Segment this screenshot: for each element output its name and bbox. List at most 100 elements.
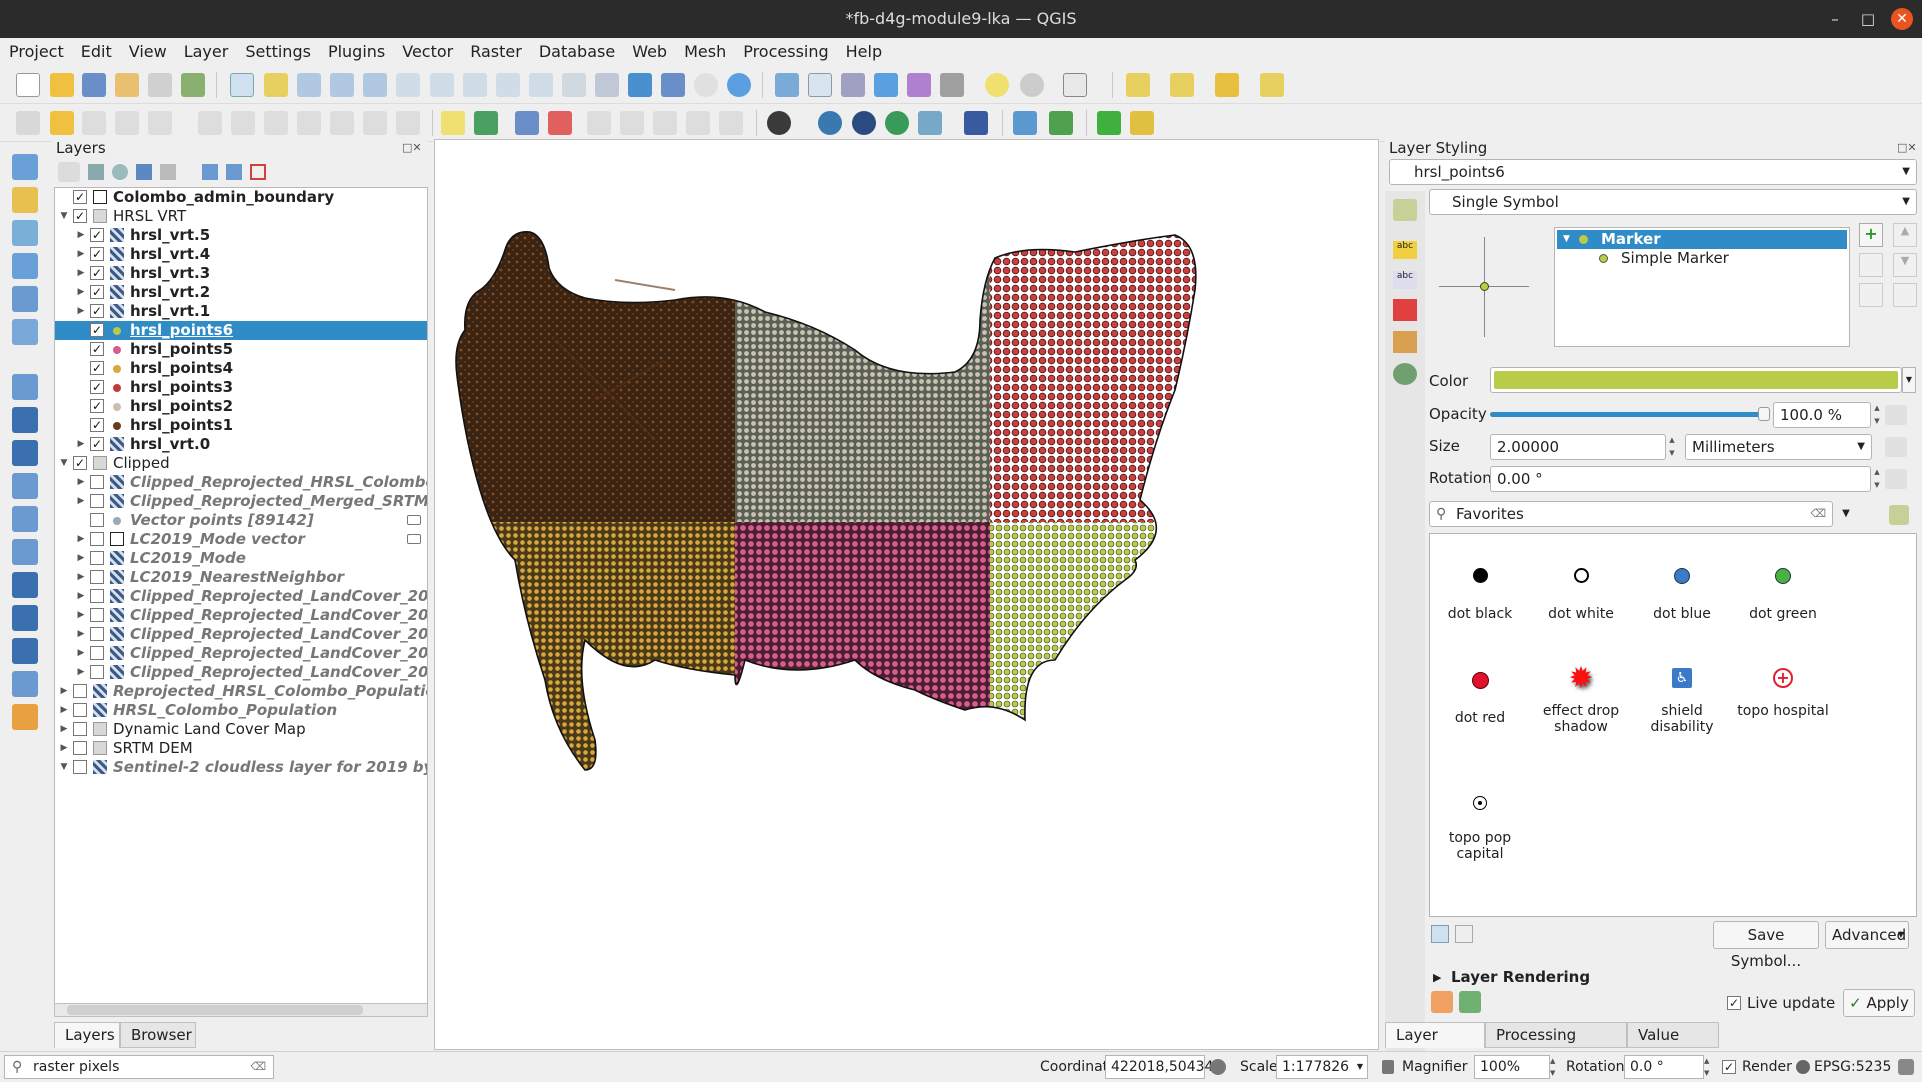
temporal-controller-icon[interactable]: [694, 73, 718, 97]
toggle-extents-icon[interactable]: [1210, 1059, 1226, 1075]
add-virtual-layer-icon[interactable]: [12, 319, 38, 345]
collapse-arrow-icon[interactable]: ▶: [76, 492, 86, 511]
statistical-summary-icon[interactable]: [907, 73, 931, 97]
clear-icon[interactable]: ⌫: [250, 1056, 266, 1078]
labels-tab-icon[interactable]: abc: [1393, 241, 1417, 259]
data-defined-override-icon[interactable]: [1885, 405, 1907, 425]
layer-row[interactable]: ✓ hrsl_points6: [55, 321, 427, 340]
layer-visibility-checkbox[interactable]: ✓: [90, 285, 104, 299]
history-tab-icon[interactable]: [1393, 363, 1417, 385]
layer-visibility-checkbox[interactable]: ✓: [90, 304, 104, 318]
layer-visibility-checkbox[interactable]: ✓: [73, 209, 87, 223]
rotation-stepper[interactable]: ▲ ▼: [1704, 1055, 1714, 1079]
layer-row[interactable]: ✓ hrsl_points3: [55, 378, 427, 397]
select-location-icon[interactable]: [1260, 73, 1284, 97]
layer-visibility-checkbox[interactable]: [90, 627, 104, 641]
close-button[interactable]: ✕: [1891, 8, 1913, 30]
magnifier-stepper[interactable]: ▲ ▼: [1550, 1055, 1560, 1079]
expand-arrow-icon[interactable]: ▼: [59, 454, 69, 473]
layer-row[interactable]: ▶ ✓ hrsl_vrt.0: [55, 435, 427, 454]
menu-database[interactable]: Database: [530, 38, 623, 61]
collapse-arrow-icon[interactable]: ▶: [59, 682, 69, 701]
layer-visibility-checkbox[interactable]: ✓: [90, 361, 104, 375]
coordinate-field[interactable]: 422018,504342: [1105, 1055, 1222, 1079]
magnifier-field[interactable]: 100%: [1474, 1055, 1550, 1079]
collapse-arrow-icon[interactable]: ▶: [76, 606, 86, 625]
add-wfs-icon[interactable]: [12, 539, 38, 565]
messages-icon[interactable]: [1898, 1059, 1914, 1075]
symbol-dot-red[interactable]: dot red: [1430, 672, 1530, 726]
collapse-arrow-icon[interactable]: ▶: [76, 283, 86, 302]
manage-themes-icon[interactable]: [112, 164, 128, 180]
layer-row[interactable]: ✓ hrsl_points4: [55, 359, 427, 378]
layer-rendering-label[interactable]: Layer Rendering: [1451, 968, 1590, 986]
color-button[interactable]: [1490, 367, 1902, 393]
lock-scale-icon[interactable]: [1382, 1060, 1394, 1074]
collapse-all-icon[interactable]: [226, 164, 242, 180]
rotation-stepper[interactable]: ▲ ▼: [1871, 466, 1883, 492]
layer-row[interactable]: ▶ LC2019_NearestNeighbor: [55, 568, 427, 587]
layer-visibility-checkbox[interactable]: [73, 760, 87, 774]
menu-project[interactable]: Project: [0, 38, 72, 61]
size-unit-select[interactable]: Millimeters ▼: [1685, 434, 1872, 460]
clear-icon[interactable]: ⌫: [1810, 502, 1826, 526]
python-console-icon[interactable]: [818, 111, 842, 135]
expand-arrow-icon[interactable]: ▼: [59, 758, 69, 777]
georeferencer-icon[interactable]: [918, 111, 942, 135]
zoom-next-icon[interactable]: [529, 73, 553, 97]
tab-processing-toolbox[interactable]: Processing Toolbox: [1485, 1022, 1627, 1068]
symbol-shield-disability[interactable]: ♿ shield disability: [1632, 668, 1732, 735]
symbology-tab-icon[interactable]: [1393, 199, 1417, 221]
size-spinbox[interactable]: 2.00000: [1490, 434, 1666, 460]
zoom-last-icon[interactable]: [496, 73, 520, 97]
layer-visibility-checkbox[interactable]: ✓: [90, 266, 104, 280]
layer-visibility-checkbox[interactable]: [90, 532, 104, 546]
menu-view[interactable]: View: [120, 38, 175, 61]
menu-layer[interactable]: Layer: [175, 38, 237, 61]
layer-row[interactable]: ▶ Clipped_Reprojected_LandCover_2018: [55, 606, 427, 625]
field-calculator-icon[interactable]: [841, 73, 865, 97]
layer-row[interactable]: ▶ Reprojected_HRSL_Colombo_Population: [55, 682, 427, 701]
minimize-button[interactable]: –: [1824, 8, 1846, 30]
layer-row[interactable]: ▶ Clipped_Reprojected_LandCover_2017: [55, 625, 427, 644]
add-delimited-text-icon[interactable]: [12, 220, 38, 246]
tab-layer-styling[interactable]: Layer Styling: [1385, 1022, 1485, 1068]
zoom-native-icon[interactable]: [463, 73, 487, 97]
layer-row[interactable]: ▶ ✓ hrsl_vrt.3: [55, 264, 427, 283]
layout-manager-icon[interactable]: [148, 73, 172, 97]
add-mssql-icon[interactable]: [12, 506, 38, 532]
layer-row[interactable]: ▼ ✓ HRSL VRT: [55, 207, 427, 226]
show-hide-labels-icon[interactable]: [686, 111, 710, 135]
layer-row[interactable]: ▶ Clipped_Reprojected_HRSL_Colombo_Po: [55, 473, 427, 492]
layer-row[interactable]: ✓ hrsl_points1: [55, 416, 427, 435]
collapse-arrow-icon[interactable]: ▶: [76, 302, 86, 321]
openlayers-icon[interactable]: [767, 111, 791, 135]
collapse-arrow-icon[interactable]: ▶: [76, 587, 86, 606]
symbol-topo-pop-capital[interactable]: topo pop capital: [1430, 796, 1530, 862]
collapse-arrow-icon[interactable]: ▶: [59, 701, 69, 720]
rotation-data-defined-icon[interactable]: [1885, 469, 1907, 489]
processing-toolbox-icon[interactable]: [874, 73, 898, 97]
style-manager-icon[interactable]: [1889, 505, 1909, 525]
tab-browser[interactable]: Browser: [120, 1022, 196, 1048]
add-raster-icon[interactable]: [12, 286, 38, 312]
color-dropdown-button[interactable]: ▼: [1902, 367, 1916, 393]
map-render[interactable]: [435, 140, 1378, 1049]
pin-labels-icon[interactable]: [515, 111, 539, 135]
add-arcgis-icon[interactable]: [12, 572, 38, 598]
layer-visibility-checkbox[interactable]: ✓: [73, 456, 87, 470]
copy-features-icon[interactable]: [297, 111, 321, 135]
select-by-expression-icon[interactable]: [1170, 73, 1194, 97]
layer-rendering-arrow-icon[interactable]: ▶: [1433, 971, 1441, 984]
opacity-spinbox[interactable]: 100.0 %: [1773, 402, 1871, 428]
move-down-button[interactable]: ▼: [1893, 253, 1917, 277]
scale-field[interactable]: 1:177826 ▼: [1276, 1055, 1368, 1079]
new-3d-view-icon[interactable]: [595, 73, 619, 97]
layer-row[interactable]: ▼ Sentinel-2 cloudless layer for 2019 by …: [55, 758, 427, 777]
live-update-checkbox[interactable]: ✓: [1727, 996, 1741, 1010]
opacity-slider-handle[interactable]: [1758, 407, 1770, 421]
list-view-icon[interactable]: [1455, 925, 1473, 943]
menu-help[interactable]: Help: [837, 38, 890, 61]
embedded-indicator-icon[interactable]: [407, 515, 421, 525]
add-vector-layer-icon[interactable]: [12, 187, 38, 213]
